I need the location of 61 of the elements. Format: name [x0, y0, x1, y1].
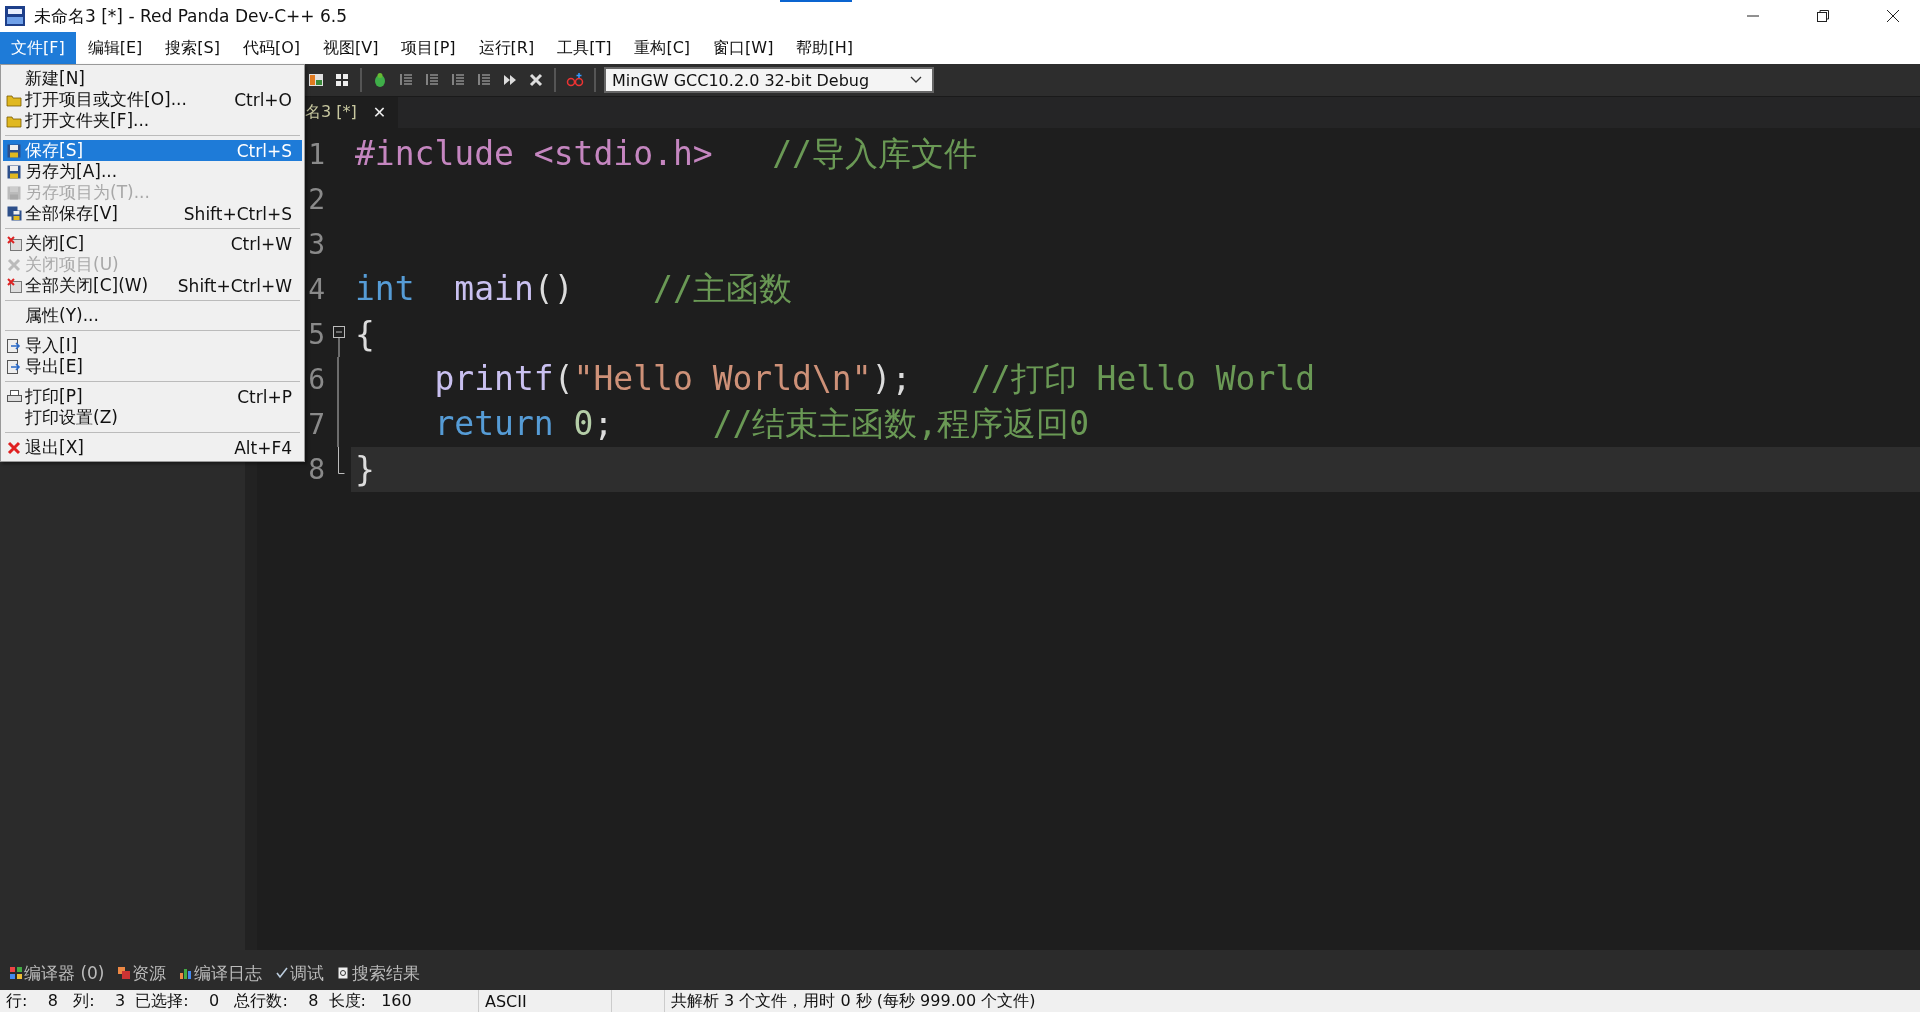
menu-item[interactable]: 编辑[E] [76, 32, 154, 64]
document-arrow-icon [7, 359, 21, 374]
panel-tab[interactable]: 编译器 (0) [10, 961, 105, 985]
menu-item[interactable]: 保存[S] Ctrl+S [3, 140, 302, 161]
list-icon[interactable] [476, 72, 492, 88]
close-tab-icon[interactable]: ✕ [372, 103, 387, 122]
code-line: #include <stdio.h> //导入库文件 [354, 133, 977, 175]
fold-toggle-icon[interactable] [333, 326, 345, 357]
menu-item[interactable]: 代码[O] [231, 32, 311, 64]
document-arrow-icon [7, 338, 21, 353]
caret-icon [910, 76, 922, 84]
fold-end-line [337, 447, 345, 474]
stop-icon[interactable] [528, 72, 544, 88]
panel-tab[interactable]: 编译日志 [180, 961, 263, 985]
printer-icon [6, 389, 22, 404]
folder-icon [6, 92, 22, 107]
code-line: { [354, 315, 375, 354]
grid-icon [10, 967, 22, 979]
close-window-icon [6, 278, 22, 293]
menu-item[interactable]: 新建[N] [3, 68, 302, 89]
menu-item[interactable]: 文件[F] [0, 32, 76, 64]
menu-item[interactable]: 视图[V] [312, 32, 390, 64]
floppy-disks-icon [6, 206, 22, 221]
code-line: return 0; //结束主函数,程序返回0 [433, 403, 1090, 445]
menu-item[interactable]: 运行[R] [467, 32, 546, 64]
list-icon[interactable] [450, 72, 466, 88]
panel-tab[interactable]: 资源 [118, 961, 167, 985]
menu-item[interactable]: 搜索[S] [154, 32, 231, 64]
list-icon[interactable] [398, 72, 414, 88]
code-line: } [354, 450, 375, 489]
check-icon [276, 967, 289, 979]
folder-icon [6, 113, 22, 128]
panel-tab[interactable]: 搜索结果 [338, 961, 421, 985]
bug-icon[interactable] [372, 72, 388, 88]
close-icon[interactable] [1886, 9, 1900, 23]
encoding-label: ASCII [479, 990, 612, 1012]
menu-item[interactable]: 工具[T] [546, 32, 623, 64]
app-icon [4, 5, 26, 27]
glasses-icon[interactable] [566, 72, 584, 88]
list-icon[interactable] [424, 72, 440, 88]
status-message: 共解析 3 个文件，用时 0 秒 (每秒 999.00 个文件) [670, 990, 1037, 1012]
cross-icon [7, 440, 21, 455]
code-line: printf("Hello World\n"); //打印 Hello World [433, 358, 1316, 400]
cursor-position: 行: 8 列: 3 已选择: 0 总行数: 8 长度: 160 [0, 990, 479, 1012]
resource-icon [118, 967, 131, 979]
menu-item[interactable]: 项目[P] [390, 32, 467, 64]
cross-icon [7, 257, 21, 272]
close-window-icon [6, 236, 22, 251]
fast-forward-icon[interactable] [502, 72, 518, 88]
restore-icon[interactable] [1816, 9, 1830, 23]
panel-tab[interactable]: 调试 [276, 961, 325, 985]
menu-item[interactable]: 重构[C] [623, 32, 702, 64]
code-line: int main() //主函数 [354, 268, 792, 310]
search-icon [338, 967, 351, 979]
window-title: 未命名3 [*] - Red Panda Dev-C++ 6.5 [34, 4, 347, 28]
compiler-select[interactable]: MinGW GCC10.2.0 32-bit Debug [604, 67, 934, 93]
layout-icon[interactable] [308, 72, 324, 88]
grid-icon[interactable] [334, 72, 350, 88]
menu-item[interactable]: 窗口[W] [702, 32, 785, 64]
bar-chart-icon [180, 967, 193, 979]
menu-item[interactable]: 帮助[H] [785, 32, 864, 64]
